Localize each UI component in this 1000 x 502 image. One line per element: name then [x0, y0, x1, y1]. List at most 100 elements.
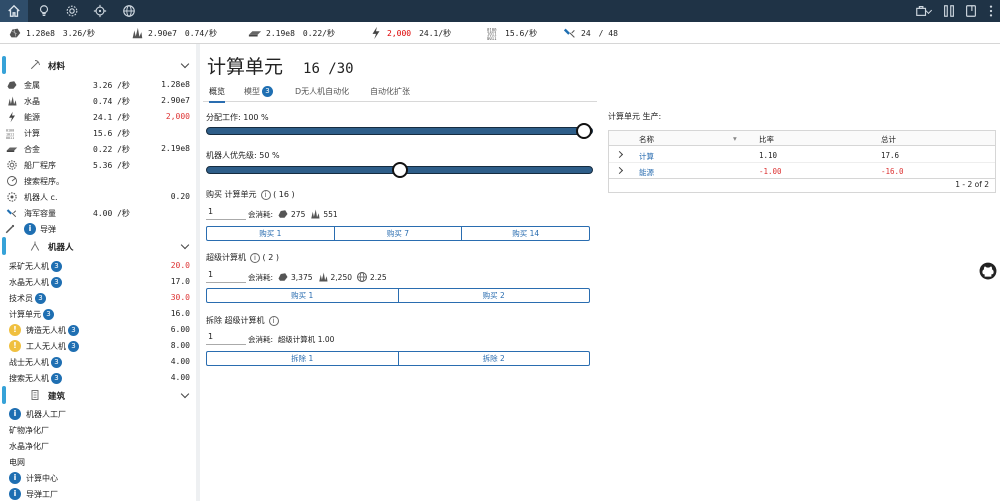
filter-icon[interactable]: ▾ — [733, 134, 737, 143]
tab-drone-automation[interactable]: D无人机自动化 — [295, 86, 349, 97]
column-name-header[interactable]: 名称 — [639, 134, 654, 145]
briefcase-icon[interactable] — [908, 0, 936, 22]
expand-icon[interactable] — [615, 166, 624, 175]
info-icon[interactable]: i — [250, 252, 260, 263]
gear-icon[interactable] — [58, 0, 86, 22]
top-nav — [0, 0, 1000, 22]
dismantle-1-button[interactable]: 拆除 1 — [207, 352, 399, 365]
sidebar-item-foundry-drone[interactable]: ! 铸造无人机 3 6.00 — [0, 322, 194, 338]
resource-compute: 0100 1011 0011 15.6/秒 — [487, 25, 545, 41]
sidebar-item-robot-factory[interactable]: i 机器人工厂 — [0, 406, 194, 422]
menu-icon[interactable] — [982, 0, 1000, 22]
buy-7-button[interactable]: 购买 7 — [335, 227, 463, 240]
pickaxe-icon — [30, 60, 40, 70]
sidebar-item-missile-factory[interactable]: i 导弹工厂 — [0, 486, 194, 502]
github-icon[interactable] — [979, 262, 997, 280]
resource-rate: 15.6/秒 — [505, 28, 538, 38]
item-label: 计算 — [24, 129, 40, 138]
sidebar-item-robot-c[interactable]: 机器人 c. 0.20 — [0, 189, 194, 205]
resource-rate: 0.74/秒 — [184, 28, 217, 38]
book-icon[interactable] — [961, 0, 981, 22]
svg-text:0011: 0011 — [6, 136, 14, 139]
sidebar-item-worker-drone[interactable]: ! 工人无人机 3 8.00 — [0, 338, 194, 354]
sidebar-item-crystal-drone[interactable]: 水晶无人机 3 17.0 — [0, 274, 194, 290]
resource-rate: / 48 — [598, 28, 618, 38]
item-rate: 3.26 /秒 — [93, 81, 130, 90]
warning-icon: ! — [9, 340, 21, 352]
item-value: 17.0 — [170, 277, 190, 286]
sidebar-item-mineral-purifier[interactable]: 矿物净化厂 — [0, 422, 194, 438]
sidebar-item-technician[interactable]: 技术员 3 30.0 — [0, 290, 194, 306]
supercomputer-quantity-input[interactable]: 1 — [206, 270, 246, 283]
chevron-down-icon[interactable] — [180, 389, 190, 399]
tab-model[interactable]: 模型 3 — [244, 86, 273, 97]
pause-icon[interactable] — [939, 0, 959, 22]
sidebar-scrollbar[interactable] — [196, 44, 200, 501]
production-title: 计算单元 生产: — [608, 112, 662, 121]
sidebar-item-crystal[interactable]: 水晶 0.74 /秒 2.90e7 — [0, 93, 194, 109]
sidebar-group-materials[interactable]: 材料 — [2, 54, 194, 76]
crystal-icon — [8, 96, 17, 106]
home-icon[interactable] — [0, 0, 28, 22]
slider-knob[interactable] — [576, 123, 592, 139]
slider-knob[interactable] — [391, 162, 408, 178]
sidebar-item-energy[interactable]: 能源 24.1 /秒 2,000 — [0, 109, 194, 125]
sidebar-item-crystal-purifier[interactable]: 水晶净化厂 — [0, 438, 194, 454]
consumes-label: 会消耗: — [248, 335, 274, 344]
buy-1-button[interactable]: 购买 1 — [207, 227, 335, 240]
info-icon[interactable]: i — [260, 189, 271, 200]
pagination-text: 1 - 2 of 2 — [955, 180, 989, 189]
robot-priority-slider[interactable] — [206, 162, 593, 178]
item-label: 水晶 — [24, 97, 40, 106]
tab-auto-expand[interactable]: 自动化扩张 — [370, 86, 410, 97]
sidebar-item-warrior-drone[interactable]: 战士无人机 3 4.00 — [0, 354, 194, 370]
info-icon[interactable]: i — [9, 472, 21, 484]
sidebar-item-power-grid[interactable]: 电网 — [0, 454, 194, 470]
crystal-icon — [132, 27, 143, 39]
buy-button-group: 购买 1 购买 7 购买 14 — [206, 226, 590, 241]
chevron-down-icon[interactable] — [180, 240, 190, 250]
lightbulb-icon[interactable] — [30, 0, 58, 22]
compute-icon: 010010110011 — [487, 27, 497, 40]
sidebar-group-robots[interactable]: 机器人 — [2, 235, 194, 257]
table-row[interactable]: 能源 -1.00 -16.0 — [609, 163, 995, 179]
warning-icon: ! — [9, 324, 21, 336]
sidebar-item-compute-center[interactable]: i 计算中心 — [0, 470, 194, 486]
sidebar-item-metal[interactable]: 金属 3.26 /秒 1.28e8 — [0, 77, 194, 93]
info-icon[interactable]: i — [9, 488, 21, 500]
buy-quantity-input[interactable]: 1 — [206, 207, 246, 220]
sidebar-group-buildings[interactable]: 建筑 — [2, 384, 194, 406]
info-icon[interactable]: i — [268, 315, 279, 326]
energy-icon — [372, 26, 380, 40]
column-rate-header[interactable]: 比率 — [759, 134, 774, 145]
metal-icon — [7, 81, 17, 89]
sidebar-item-compute-unit[interactable]: 计算单元 3 16.0 — [0, 306, 194, 322]
globe-icon[interactable] — [115, 0, 143, 22]
column-total-header[interactable]: 总计 — [881, 134, 896, 145]
badge: 3 — [35, 293, 46, 304]
item-rate: 24.1 /秒 — [93, 113, 130, 122]
expand-icon[interactable] — [615, 150, 624, 159]
chevron-down-icon[interactable] — [180, 59, 190, 69]
table-row[interactable]: 计算 1.10 17.6 — [609, 147, 995, 163]
buy-supercomputer-2-button[interactable]: 购买 2 — [399, 289, 590, 302]
target-icon[interactable] — [86, 0, 114, 22]
resource-metal: 1.28e8 3.26/秒 — [8, 25, 103, 41]
group-title: 材料 — [48, 62, 66, 72]
item-label: 水晶净化厂 — [9, 442, 49, 451]
buy-14-button[interactable]: 购买 14 — [462, 227, 589, 240]
sidebar-item-navy[interactable]: 海军容量 4.00 /秒 — [0, 205, 194, 221]
dismantle-quantity-input[interactable]: 1 — [206, 332, 246, 345]
work-allocation-slider[interactable] — [206, 123, 593, 139]
sidebar-item-shipyard[interactable]: 船厂程序 5.36 /秒 — [0, 157, 194, 173]
buy-supercomputer-1-button[interactable]: 购买 1 — [207, 289, 399, 302]
info-icon[interactable]: i — [9, 408, 21, 420]
info-icon[interactable]: i — [24, 223, 36, 235]
dismantle-2-button[interactable]: 拆除 2 — [399, 352, 590, 365]
globe-icon — [357, 272, 367, 282]
sidebar-item-mining-drone[interactable]: 采矿无人机 3 20.0 — [0, 258, 194, 274]
sidebar-item-alloy[interactable]: 合金 0.22 /秒 2.19e8 — [0, 141, 194, 157]
sidebar-item-search-program[interactable]: 搜索程序。 — [0, 173, 194, 189]
tab-overview[interactable]: 概览 — [209, 86, 225, 103]
sidebar-item-compute[interactable]: 0100 1011 0011 计算 15.6 /秒 — [0, 125, 194, 141]
